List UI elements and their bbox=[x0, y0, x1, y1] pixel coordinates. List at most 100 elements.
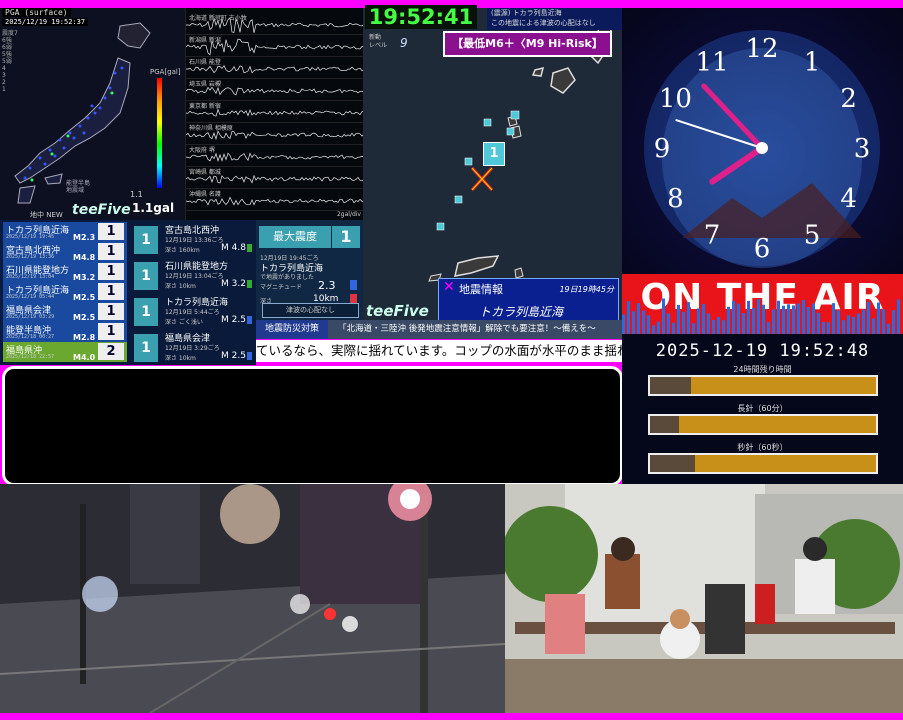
visualizer-bar bbox=[652, 325, 655, 334]
waveform-panel: 北海道 新冠町 古小牧 新潟県 新潟 石川県 能登 埼玉県 岩槻 東京都 新宿 神奈川県 … bbox=[185, 8, 364, 220]
quake-intensity: 1 bbox=[98, 283, 124, 300]
intensity-marker: 1 bbox=[483, 142, 505, 166]
max-intensity-label: 最大震度 bbox=[259, 226, 331, 248]
quake-list-item[interactable]: トカラ列島近海 2025/12/19 05:44 M2.5 1 bbox=[3, 282, 127, 302]
level-label: 新動 レベル bbox=[369, 34, 388, 49]
quake-date: 2025/12/18 00:27 bbox=[6, 334, 55, 340]
visualizer-bar bbox=[647, 315, 650, 334]
quake-detail-item[interactable]: 1 福島県会津 12月19日 3:29ごろ 深さ 10km M 2.5 bbox=[132, 330, 254, 365]
quake-magnitude: M2.3 bbox=[73, 233, 96, 242]
detail-intensity: 1 bbox=[134, 262, 158, 290]
magnitude-value: 2.3 bbox=[318, 279, 336, 292]
detail-magnitude-chip bbox=[247, 352, 252, 360]
pga-color-scale bbox=[157, 78, 162, 188]
quake-list-header: 地中 NEW bbox=[30, 211, 63, 219]
visualizer-bar bbox=[852, 316, 855, 334]
quake-history-list: 地中 NEW トカラ列島近海 2025/12/19 19:45 M2.3 1 宮古島北西… bbox=[0, 211, 130, 365]
detail-depth: 深さ 10km bbox=[165, 283, 196, 290]
visualizer-bar bbox=[672, 322, 675, 334]
waveform-row: 東京都 新宿 bbox=[186, 100, 364, 123]
quake-list-item[interactable]: 能登半島沖 2025/12/18 00:27 M2.8 1 bbox=[3, 322, 127, 342]
waveform-row: 宮崎県 都城 bbox=[186, 166, 364, 189]
visualizer-bar bbox=[882, 309, 885, 334]
info-location: トカラ列島近海 bbox=[479, 305, 564, 319]
visualizer-bar bbox=[747, 300, 750, 334]
progress-bar bbox=[648, 414, 878, 435]
park-camera-feed bbox=[505, 484, 903, 713]
quake-list-item[interactable]: 石川県能登地方 2025/12/19 13:04 M3.2 1 bbox=[3, 262, 127, 282]
max-intensity-sub: で地震がありました bbox=[260, 274, 315, 281]
quake-detail-item[interactable]: 1 トカラ列島近海 12月19日 5:44ごろ 深さ ごく浅い M 2.5 bbox=[132, 294, 254, 329]
quake-detail-item[interactable]: 1 宮古島北西沖 12月19日 13:36ごろ 深さ 160km M 4.8 bbox=[132, 222, 254, 257]
detail-date: 12月19日 13:04ごろ bbox=[165, 273, 224, 280]
caption-box bbox=[2, 366, 623, 486]
epicenter-banner: (震源) トカラ列島近海 この地震による津波の心配はなし bbox=[487, 8, 625, 30]
visualizer-bar bbox=[757, 299, 760, 334]
visualizer-bar bbox=[637, 303, 640, 334]
detail-date: 12月19日 13:36ごろ bbox=[165, 237, 224, 244]
quake-intensity: 2 bbox=[98, 343, 124, 360]
digital-clock: 19:52:41 bbox=[365, 5, 477, 29]
progress-fill bbox=[650, 455, 696, 472]
level-value: 9 bbox=[400, 36, 408, 50]
quake-list-item[interactable]: トカラ列島近海 2025/12/19 19:45 M2.3 1 bbox=[3, 222, 127, 242]
detail-magnitude: M 4.8 bbox=[221, 243, 246, 253]
datetime-text: 2025-12-19 19:52:48 bbox=[655, 341, 870, 361]
quake-intensity: 1 bbox=[98, 303, 124, 320]
visualizer-bar bbox=[732, 301, 735, 334]
pga-value: 1.1gal bbox=[132, 201, 175, 215]
clock-numeral: 12 bbox=[745, 34, 778, 64]
clock-numeral: 6 bbox=[754, 234, 771, 264]
clock-numeral: 2 bbox=[840, 84, 857, 114]
detail-magnitude: M 2.5 bbox=[221, 315, 246, 325]
magnitude-color-chip bbox=[350, 280, 357, 290]
quake-list-item[interactable]: 福島県会津 2025/12/19 03:29 M2.5 1 bbox=[3, 302, 127, 322]
waveform-row: 新潟県 新潟 bbox=[186, 34, 364, 57]
visualizer-bar bbox=[657, 321, 660, 334]
visualizer-bar bbox=[842, 320, 845, 334]
ticker-alert: 「北海道・三陸沖 後発地震注意情報」解除でも要注意！〜備えを〜 bbox=[328, 320, 622, 339]
clock-numeral: 10 bbox=[659, 84, 692, 114]
detail-magnitude-chip bbox=[247, 244, 252, 252]
pga-header: PGA (surface) bbox=[2, 8, 71, 17]
visualizer-bar bbox=[892, 310, 895, 334]
detail-magnitude-chip bbox=[247, 316, 252, 324]
visualizer-bar bbox=[827, 322, 830, 334]
visualizer-bar bbox=[802, 299, 805, 334]
visualizer-bar bbox=[822, 321, 825, 334]
visualizer-bar bbox=[777, 300, 780, 334]
quake-date: 2025/12/19 13:36 bbox=[6, 254, 55, 260]
quake-intensity: 1 bbox=[98, 263, 124, 280]
visualizer-bar bbox=[692, 323, 695, 334]
street-camera-feed bbox=[0, 484, 505, 713]
visualizer-bar bbox=[767, 322, 770, 334]
progress-label: 秒針（60秒） bbox=[737, 443, 788, 452]
clock-numeral: 11 bbox=[695, 47, 728, 77]
quake-list-item[interactable]: 宮古島北西沖 2025/12/19 13:36 M4.8 1 bbox=[3, 242, 127, 262]
visualizer-bar bbox=[627, 301, 630, 334]
banner-line-2: この地震による津波の心配はなし bbox=[491, 19, 596, 27]
quake-intensity: 1 bbox=[98, 243, 124, 260]
visualizer-bar bbox=[782, 305, 785, 334]
waveform-row: 石川県 能登 bbox=[186, 56, 364, 79]
quake-magnitude: M2.5 bbox=[73, 313, 96, 322]
quake-detail-item[interactable]: 1 石川県能登地方 12月19日 13:04ごろ 深さ 10km M 3.2 bbox=[132, 258, 254, 293]
pga-scale-label: PGA[gal] bbox=[150, 68, 181, 76]
visualizer-bar bbox=[792, 305, 795, 334]
ticker-label: 地震防災対策 bbox=[256, 320, 328, 339]
waveform-row: 北海道 新冠町 古小牧 bbox=[186, 12, 364, 35]
clock-numeral: 4 bbox=[840, 184, 857, 214]
magnitude-label: マグニチュード bbox=[260, 284, 303, 291]
waveform-row: 埼玉県 岩槻 bbox=[186, 78, 364, 101]
detail-intensity: 1 bbox=[134, 226, 158, 254]
visualizer-bar bbox=[697, 308, 700, 334]
audio-visualizer bbox=[622, 298, 900, 334]
quake-magnitude: M4.8 bbox=[73, 253, 96, 262]
quake-date: 2025/12/19 19:45 bbox=[6, 234, 55, 240]
visualizer-bar bbox=[812, 303, 815, 334]
quake-list-item[interactable]: 福島県沖 2025/12/18 22:57 M4.0 2 bbox=[3, 342, 127, 362]
analog-clock-panel: 12 1 2 3 4 5 6 7 8 9 10 11 bbox=[622, 8, 903, 274]
teefive-logo-center: teeFive bbox=[366, 302, 429, 320]
station-label: 新潟県 新潟 bbox=[189, 37, 221, 44]
station-label: 北海道 新冠町 古小牧 bbox=[189, 15, 247, 22]
